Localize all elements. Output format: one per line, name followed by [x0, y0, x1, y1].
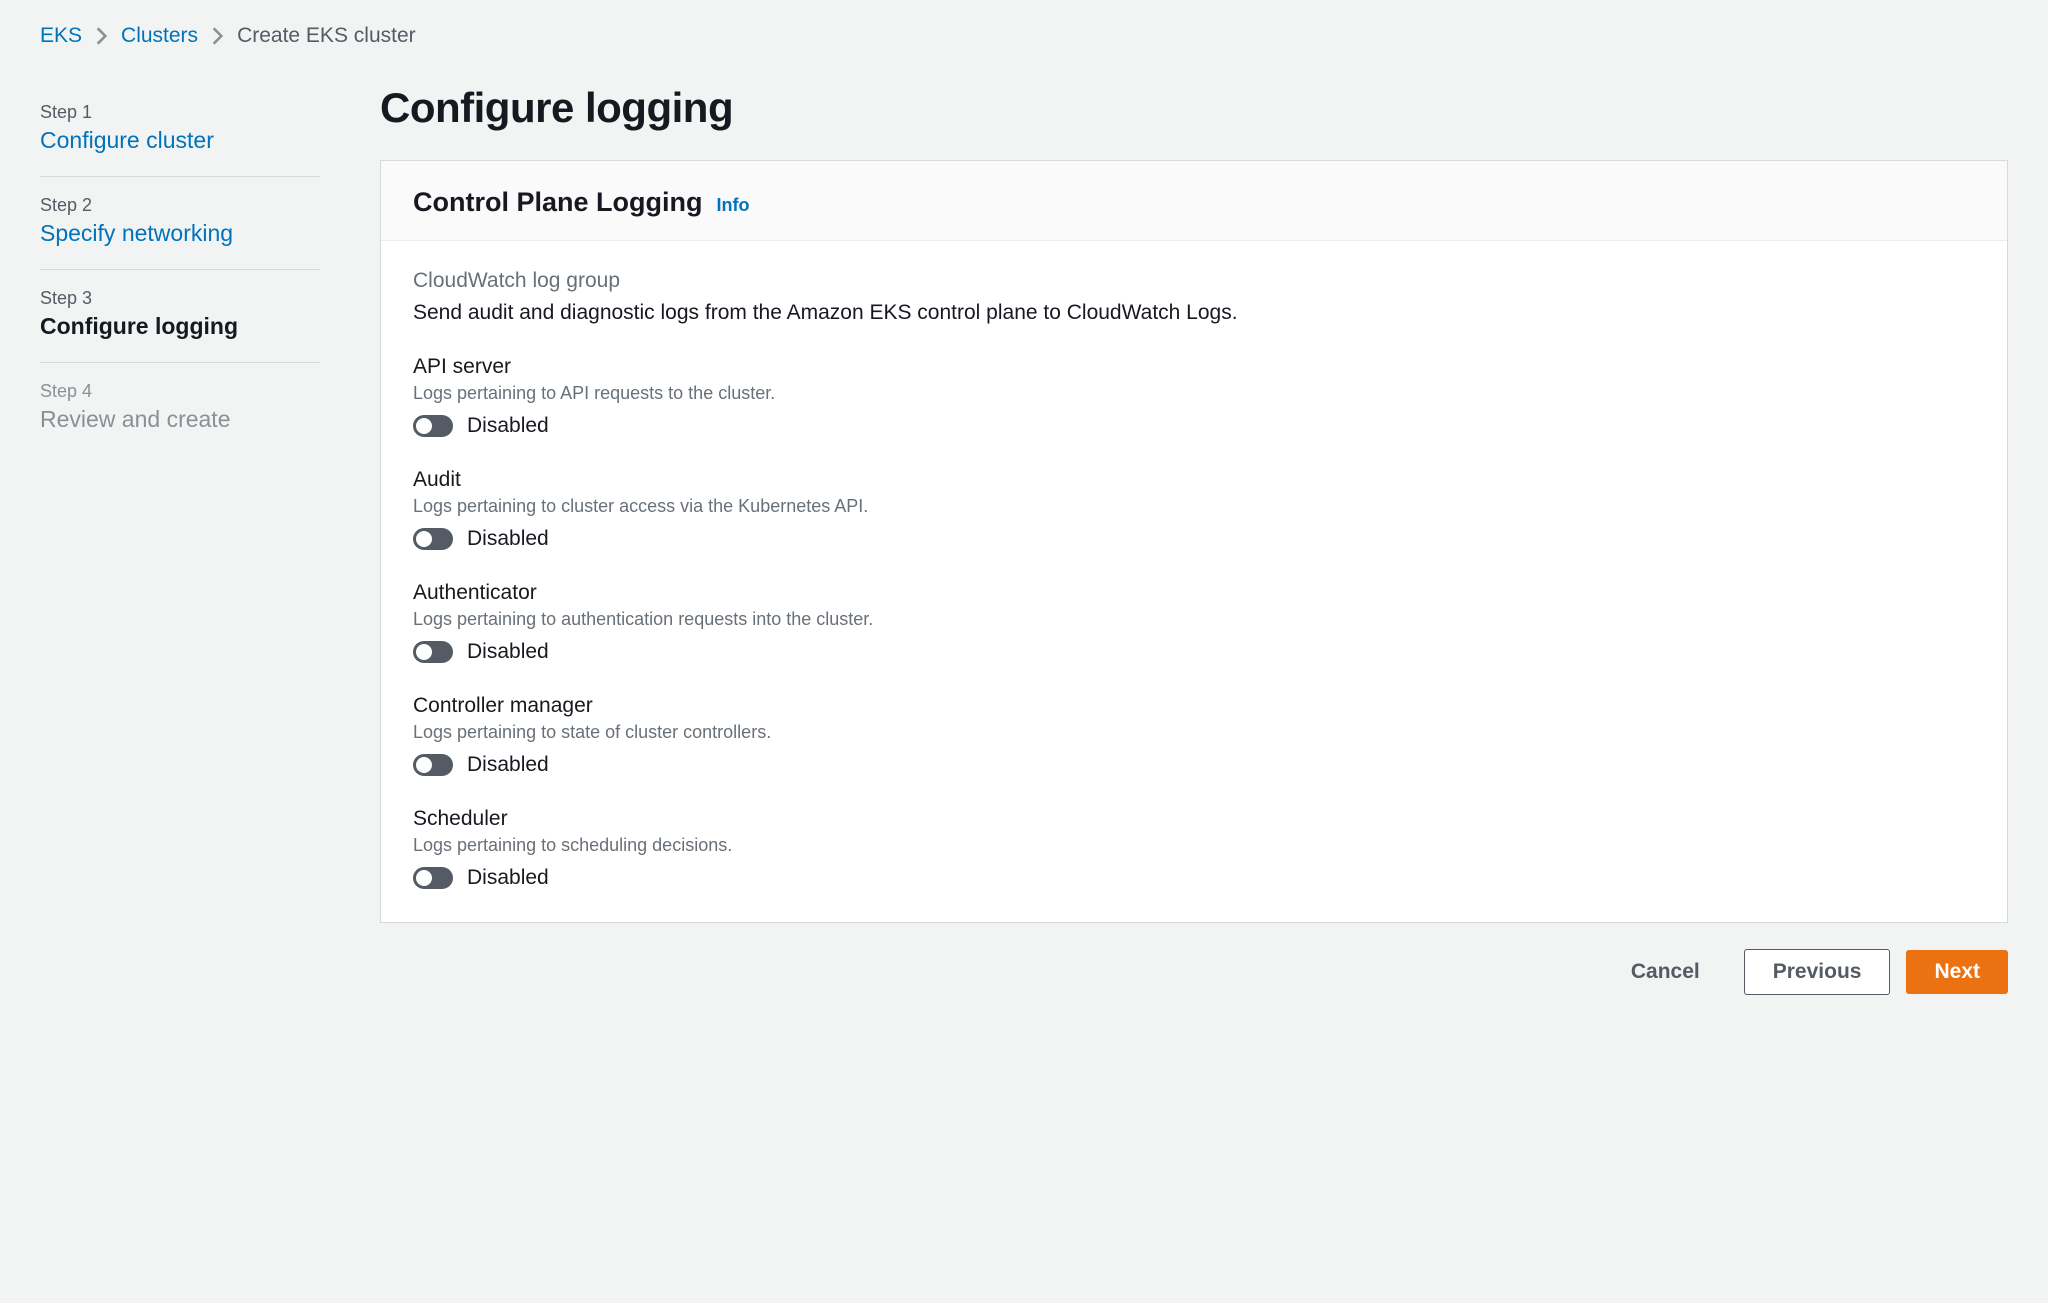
toggle-switch-scheduler[interactable] [413, 867, 453, 889]
toggle-title: Scheduler [413, 807, 1975, 831]
toggle-state: Disabled [467, 753, 549, 777]
toggle-state: Disabled [467, 640, 549, 664]
step-title: Review and create [40, 406, 320, 433]
wizard-steps: Step 1 Configure cluster Step 2 Specify … [40, 84, 320, 455]
toggle-state: Disabled [467, 527, 549, 551]
breadcrumb-link-eks[interactable]: EKS [40, 24, 82, 48]
toggle-description: Logs pertaining to authentication reques… [413, 609, 1975, 630]
wizard-step-3: Step 3 Configure logging [40, 270, 320, 363]
chevron-right-icon [212, 27, 223, 45]
toggle-switch-audit[interactable] [413, 528, 453, 550]
step-number: Step 1 [40, 102, 320, 123]
toggle-description: Logs pertaining to scheduling decisions. [413, 835, 1975, 856]
wizard-actions: Cancel Previous Next [380, 949, 2008, 995]
control-plane-logging-panel: Control Plane Logging Info CloudWatch lo… [380, 160, 2008, 923]
toggle-title: Authenticator [413, 581, 1975, 605]
toggle-state: Disabled [467, 414, 549, 438]
breadcrumb-link-clusters[interactable]: Clusters [121, 24, 198, 48]
step-number: Step 3 [40, 288, 320, 309]
breadcrumb-current: Create EKS cluster [237, 24, 416, 48]
toggle-item-audit: Audit Logs pertaining to cluster access … [413, 468, 1975, 551]
toggle-title: Controller manager [413, 694, 1975, 718]
toggle-item-controller-manager: Controller manager Logs pertaining to st… [413, 694, 1975, 777]
toggle-item-authenticator: Authenticator Logs pertaining to authent… [413, 581, 1975, 664]
next-button[interactable]: Next [1906, 950, 2008, 994]
section-description: Send audit and diagnostic logs from the … [413, 301, 1975, 325]
step-title: Configure cluster [40, 127, 320, 154]
cancel-button[interactable]: Cancel [1603, 950, 1728, 994]
page-title: Configure logging [380, 84, 2008, 132]
info-link[interactable]: Info [716, 195, 749, 216]
toggle-description: Logs pertaining to API requests to the c… [413, 383, 1975, 404]
main-content: Configure logging Control Plane Logging … [380, 84, 2008, 995]
toggle-title: Audit [413, 468, 1975, 492]
toggle-switch-authenticator[interactable] [413, 641, 453, 663]
previous-button[interactable]: Previous [1744, 949, 1891, 995]
toggle-item-api-server: API server Logs pertaining to API reques… [413, 355, 1975, 438]
toggle-description: Logs pertaining to state of cluster cont… [413, 722, 1975, 743]
panel-header: Control Plane Logging Info [381, 161, 2007, 241]
breadcrumb: EKS Clusters Create EKS cluster [40, 24, 2008, 48]
toggle-state: Disabled [467, 866, 549, 890]
panel-title: Control Plane Logging [413, 187, 702, 218]
wizard-step-2[interactable]: Step 2 Specify networking [40, 177, 320, 270]
step-number: Step 2 [40, 195, 320, 216]
chevron-right-icon [96, 27, 107, 45]
toggle-title: API server [413, 355, 1975, 379]
step-title: Configure logging [40, 313, 320, 340]
toggle-description: Logs pertaining to cluster access via th… [413, 496, 1975, 517]
toggle-item-scheduler: Scheduler Logs pertaining to scheduling … [413, 807, 1975, 890]
section-label: CloudWatch log group [413, 269, 1975, 293]
toggle-switch-controller-manager[interactable] [413, 754, 453, 776]
step-number: Step 4 [40, 381, 320, 402]
wizard-step-4: Step 4 Review and create [40, 363, 320, 455]
wizard-step-1[interactable]: Step 1 Configure cluster [40, 84, 320, 177]
step-title: Specify networking [40, 220, 320, 247]
toggle-switch-api-server[interactable] [413, 415, 453, 437]
